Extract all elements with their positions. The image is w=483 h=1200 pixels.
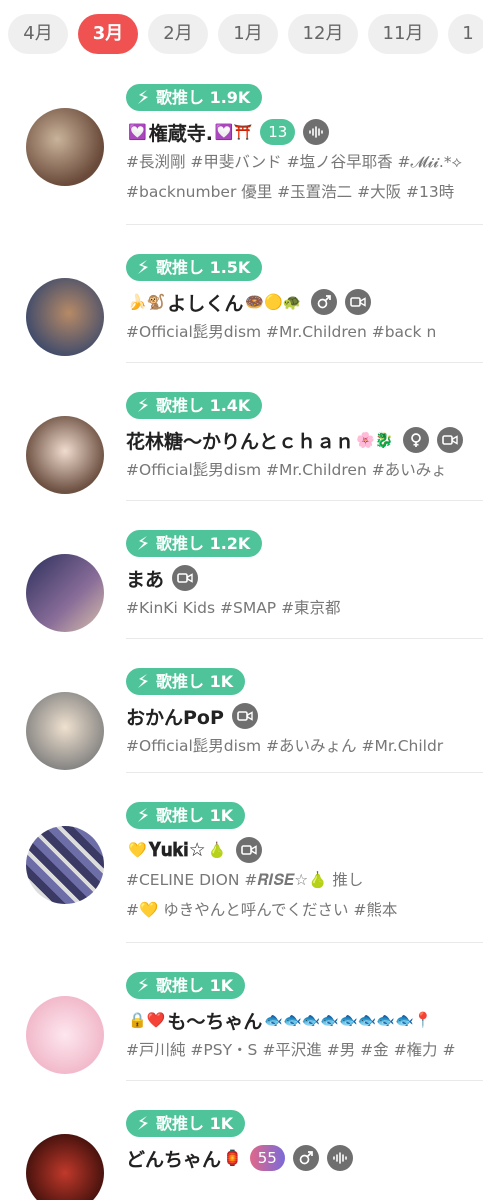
row-divider — [126, 638, 483, 639]
recommend-count: 歌推し 1K — [156, 976, 234, 995]
level-badge: 13 — [260, 119, 296, 145]
tag-line: #長渕剛 #甲斐バンド #塩ノ谷早耶香 #𝓜𝓲𝓲.*⟡ — [126, 153, 462, 171]
video-icon — [437, 427, 464, 453]
tab-month-3[interactable]: 1月 — [218, 14, 278, 54]
tag-line: #backnumber 優里 #玉置浩二 #大阪 #13時 — [126, 183, 455, 201]
name-suffix-emoji: 🐟🐟🐟🐟🐟🐟🐟🐟📍 — [264, 1011, 433, 1029]
recommend-count: 歌推し 1K — [156, 806, 234, 825]
voice-icon — [326, 1145, 353, 1171]
avatar[interactable] — [26, 278, 104, 356]
name-suffix-emoji: 🏮 — [223, 1149, 242, 1167]
avatar[interactable] — [26, 554, 104, 632]
recommend-badge: 歌推し 1.5K — [126, 254, 263, 281]
row-divider — [126, 224, 483, 225]
row-divider — [126, 1080, 483, 1081]
recommend-badge: 歌推し 1K — [126, 802, 246, 829]
user-name[interactable]: おかんPoP — [126, 703, 224, 730]
row-divider — [126, 500, 483, 501]
tag-line: #戸川純 #PSY・S #平沢進 #男 #金 #権力 # — [126, 1041, 456, 1059]
name-suffix-emoji: 🍩🟡🐢 — [245, 293, 302, 311]
recommend-badge: 歌推し 1K — [126, 1110, 246, 1137]
row-divider — [126, 362, 483, 363]
user-name[interactable]: も〜ちゃん — [167, 1007, 262, 1034]
tab-month-5[interactable]: 11月 — [368, 14, 438, 54]
recommend-count: 歌推し 1.5K — [156, 258, 251, 277]
ranking-row[interactable]: 歌推し 1.2K まあ #KinKi Kids #SMAP #東京都 — [0, 530, 483, 668]
avatar[interactable] — [26, 692, 104, 770]
video-icon — [236, 837, 263, 863]
name-prefix-emoji: 💟 — [128, 123, 147, 141]
tag-line: #Official髭男dism #Mr.Children #back n — [126, 323, 437, 341]
ranking-row[interactable]: 歌推し 1K 🔒❤️ も〜ちゃん 🐟🐟🐟🐟🐟🐟🐟🐟📍 #戸川純 #PSY・S #平沢進 … — [0, 972, 483, 1110]
ranking-row[interactable]: 歌推し 1K 💛 𝐘𝐮𝐤𝐢☆ 🍐 #CELINE DION #𝑹𝑰𝑺𝑬☆🍐 推し #💛 ゆ… — [0, 802, 483, 940]
tag-line: #Official髭男dism #あいみょん #Mr.Childr — [126, 737, 444, 755]
recommend-count: 歌推し 1K — [156, 672, 234, 691]
user-name[interactable]: 権蔵寺. — [149, 119, 213, 146]
recommend-badge: 歌推し 1K — [126, 972, 246, 999]
name-prefix-emoji: 🔒❤️ — [128, 1011, 166, 1029]
user-name[interactable]: 花林糖〜かりんとｃｈａｎ — [126, 427, 354, 454]
male-icon — [292, 1145, 319, 1171]
voice-icon — [303, 119, 330, 145]
tab-month-6[interactable]: 1 — [448, 14, 483, 54]
tab-month-1[interactable]: 3月 — [78, 14, 138, 54]
avatar[interactable] — [26, 996, 104, 1074]
recommend-count: 歌推し 1K — [156, 1114, 234, 1133]
row-divider — [126, 772, 483, 773]
male-icon — [311, 289, 338, 315]
recommend-badge: 歌推し 1.4K — [126, 392, 263, 419]
avatar[interactable] — [26, 826, 104, 904]
tag-line: #Official髭男dism #Mr.Children #あいみょ — [126, 461, 447, 479]
tab-month-4[interactable]: 12月 — [288, 14, 358, 54]
recommend-count: 歌推し 1.2K — [156, 534, 251, 553]
name-line: 🍌🐒 よしくん 🍩🟡🐢 — [126, 286, 483, 318]
name-line: どんちゃん 🏮 55 — [126, 1142, 483, 1174]
level-badge: 55 — [249, 1145, 285, 1171]
avatar[interactable] — [26, 416, 104, 494]
row-divider — [126, 942, 483, 943]
recommend-count: 歌推し 1.9K — [156, 88, 251, 107]
name-line: 💟 権蔵寺. 💟⛩️ 13 — [126, 116, 483, 148]
tag-line: #💛 ゆきやんと呼んでください #熊本 — [126, 901, 398, 919]
recommend-badge: 歌推し 1.9K — [126, 84, 263, 111]
user-name[interactable]: まあ — [126, 565, 164, 592]
recommend-count: 歌推し 1.4K — [156, 396, 251, 415]
name-line: まあ — [126, 562, 483, 594]
ranking-row[interactable]: 歌推し 1.5K 🍌🐒 よしくん 🍩🟡🐢 #Official髭男dism #Mr.Chi… — [0, 254, 483, 392]
recommend-badge: 歌推し 1K — [126, 668, 246, 695]
user-name[interactable]: よしくん — [167, 289, 243, 316]
name-suffix-emoji: 🍐 — [207, 841, 227, 859]
avatar[interactable] — [26, 108, 104, 186]
name-suffix-emoji: 🌸🐉 — [356, 431, 394, 449]
name-prefix-emoji: 💛 — [128, 841, 147, 859]
recommend-badge: 歌推し 1.2K — [126, 530, 263, 557]
user-name[interactable]: どんちゃん — [126, 1145, 221, 1172]
ranking-row[interactable]: 歌推し 1.4K 花林糖〜かりんとｃｈａｎ 🌸🐉 #Official髭男dism #M… — [0, 392, 483, 530]
video-icon — [172, 565, 199, 591]
tab-month-2[interactable]: 2月 — [148, 14, 208, 54]
video-icon — [345, 289, 372, 315]
name-line: 🔒❤️ も〜ちゃん 🐟🐟🐟🐟🐟🐟🐟🐟📍 — [126, 1004, 483, 1036]
ranking-row[interactable]: 歌推し 1.9K 💟 権蔵寺. 💟⛩️ 13 #長渕剛 #甲斐バンド #塩ノ谷早耶香 #… — [0, 84, 483, 222]
name-line: 花林糖〜かりんとｃｈａｎ 🌸🐉 — [126, 424, 483, 456]
month-tabs: 4月 3月 2月 1月 12月 11月 1 — [8, 14, 483, 58]
tag-line: #KinKi Kids #SMAP #東京都 — [126, 599, 341, 617]
user-name[interactable]: 𝐘𝐮𝐤𝐢☆ — [149, 839, 206, 861]
ranking-row[interactable]: 歌推し 1K どんちゃん 🏮 55 — [0, 1110, 483, 1200]
name-line: 💛 𝐘𝐮𝐤𝐢☆ 🍐 — [126, 834, 483, 866]
tag-line: #CELINE DION #𝑹𝑰𝑺𝑬☆🍐 推し — [126, 871, 364, 889]
female-icon — [403, 427, 430, 453]
ranking-row[interactable]: 歌推し 1K おかんPoP #Official髭男dism #あいみょん #Mr.C… — [0, 668, 483, 806]
avatar[interactable] — [26, 1134, 104, 1200]
tab-month-0[interactable]: 4月 — [8, 14, 68, 54]
video-icon — [231, 703, 258, 729]
name-suffix-emoji: 💟⛩️ — [214, 123, 253, 141]
name-prefix-emoji: 🍌🐒 — [128, 293, 166, 311]
name-line: おかんPoP — [126, 700, 483, 732]
